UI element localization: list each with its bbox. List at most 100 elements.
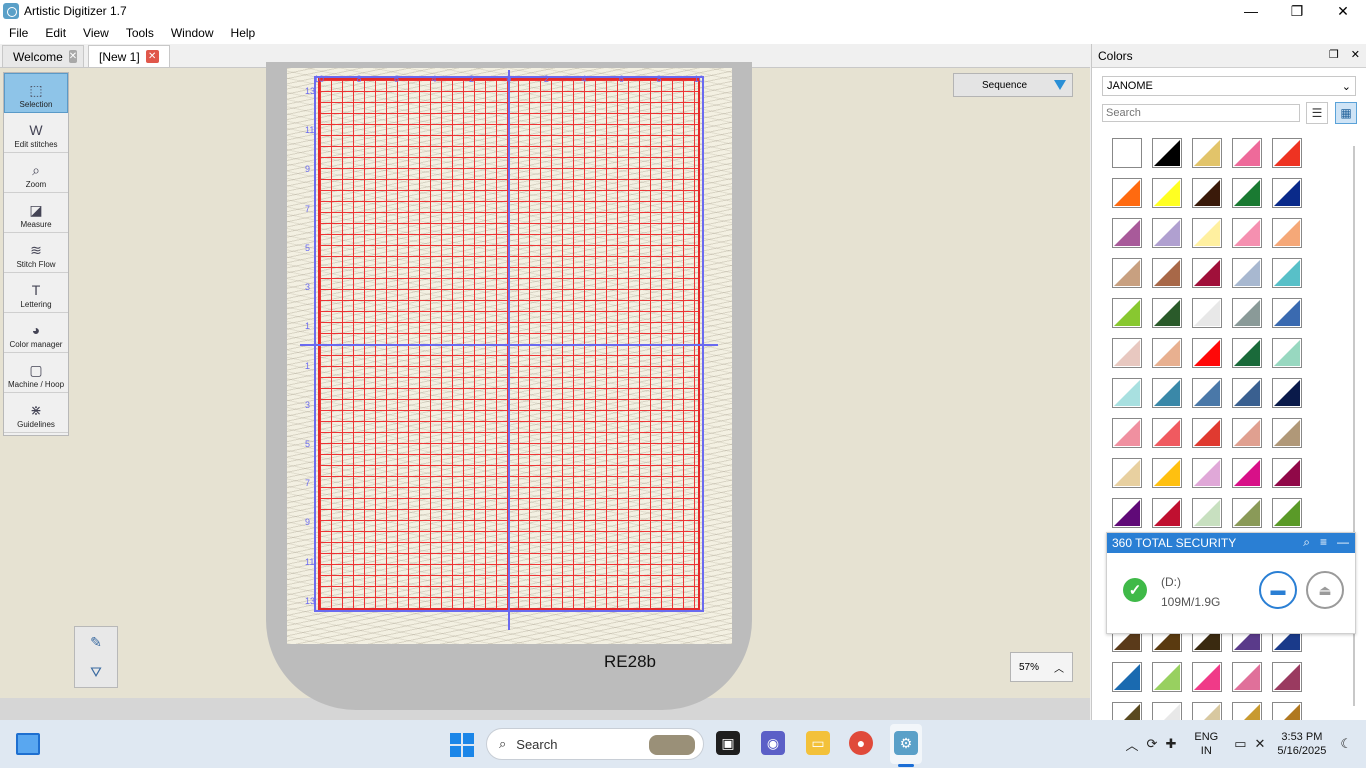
language-indicator[interactable]: ENG IN — [1194, 730, 1218, 758]
color-swatch[interactable] — [1152, 498, 1182, 528]
color-swatch[interactable] — [1152, 458, 1182, 488]
color-swatch[interactable] — [1192, 138, 1222, 168]
color-swatch[interactable] — [1112, 662, 1142, 692]
color-swatch[interactable] — [1112, 138, 1142, 168]
color-swatch[interactable] — [1232, 458, 1262, 488]
night-mode-icon[interactable]: ☾ — [1340, 736, 1352, 752]
color-swatch[interactable] — [1112, 498, 1142, 528]
close-button[interactable]: ✕ — [1320, 0, 1366, 22]
color-swatch[interactable] — [1192, 178, 1222, 208]
color-swatch[interactable] — [1272, 498, 1302, 528]
task-view-icon[interactable]: ▣ — [716, 731, 740, 755]
chrome-icon[interactable]: ● — [849, 731, 873, 755]
eject-button[interactable]: ⏏ — [1306, 571, 1344, 609]
color-swatch[interactable] — [1232, 378, 1262, 408]
color-swatch[interactable] — [1232, 178, 1262, 208]
tab-new-1[interactable]: [New 1] ✕ — [88, 45, 170, 67]
color-swatch[interactable] — [1232, 298, 1262, 328]
taskbar-search[interactable]: ⌕ Search — [486, 728, 704, 760]
menu-help[interactable]: Help — [222, 26, 264, 40]
color-swatch[interactable] — [1192, 498, 1222, 528]
minimize-icon[interactable]: — — [1337, 535, 1349, 550]
color-swatch[interactable] — [1272, 378, 1302, 408]
color-swatch[interactable] — [1112, 378, 1142, 408]
artistic-digitizer-icon[interactable]: ⚙ — [894, 731, 918, 755]
color-swatch[interactable] — [1272, 458, 1302, 488]
color-swatch[interactable] — [1272, 662, 1302, 692]
color-swatch[interactable] — [1112, 178, 1142, 208]
color-swatch[interactable] — [1232, 218, 1262, 248]
sequence-button[interactable]: Sequence — [953, 73, 1073, 97]
menu-view[interactable]: View — [74, 26, 117, 40]
chevron-up-icon[interactable]: ︿ — [1054, 660, 1064, 675]
zoom-widget[interactable]: 57% ︿ — [1010, 652, 1073, 682]
color-swatch[interactable] — [1152, 218, 1182, 248]
color-swatch[interactable] — [1152, 378, 1182, 408]
color-swatch[interactable] — [1272, 298, 1302, 328]
color-swatch[interactable] — [1272, 138, 1302, 168]
tool-zoom[interactable]: ⌕ Zoom — [4, 153, 68, 193]
fill-icon[interactable]: ⛛ — [90, 664, 102, 681]
color-swatch[interactable] — [1192, 258, 1222, 288]
search-icon[interactable]: ⌕ — [1303, 535, 1310, 550]
color-swatch[interactable] — [1272, 178, 1302, 208]
start-button[interactable] — [450, 733, 474, 757]
volume-muted-icon[interactable]: ✕ — [1255, 736, 1266, 752]
menu-file[interactable]: File — [0, 26, 36, 40]
color-swatch[interactable] — [1272, 338, 1302, 368]
tab-welcome[interactable]: Welcome ✕ — [2, 45, 84, 67]
color-swatch[interactable] — [1272, 258, 1302, 288]
color-swatch[interactable] — [1232, 662, 1262, 692]
color-swatch[interactable] — [1192, 702, 1222, 720]
menu-window[interactable]: Window — [162, 26, 222, 40]
open-folder-button[interactable]: ▬ — [1259, 571, 1297, 609]
color-swatch[interactable] — [1112, 338, 1142, 368]
menu-icon[interactable]: ≡ — [1320, 535, 1327, 550]
menu-edit[interactable]: Edit — [36, 26, 74, 40]
tool-guidelines[interactable]: ⋇ Guidelines — [4, 393, 68, 433]
color-swatch[interactable] — [1112, 258, 1142, 288]
tool-color-manager[interactable]: ◕ Color manager — [4, 313, 68, 353]
thread-brand-select[interactable]: JANOME ⌄ — [1102, 76, 1356, 96]
menu-tools[interactable]: Tools — [117, 26, 162, 40]
color-swatch[interactable] — [1232, 338, 1262, 368]
security-tray-icon[interactable]: ⟳ — [1147, 736, 1158, 752]
network-icon[interactable]: ▭ — [1234, 736, 1246, 752]
color-swatch[interactable] — [1152, 702, 1182, 720]
tool-measure[interactable]: ◪ Measure — [4, 193, 68, 233]
color-swatch[interactable] — [1192, 662, 1222, 692]
color-swatch[interactable] — [1192, 458, 1222, 488]
color-swatch[interactable] — [1232, 498, 1262, 528]
color-swatch[interactable] — [1272, 218, 1302, 248]
color-swatch[interactable] — [1232, 418, 1262, 448]
minimize-button[interactable]: — — [1228, 0, 1274, 22]
grid-view-button[interactable]: ▦ — [1335, 102, 1357, 124]
close-icon[interactable]: ✕ — [1351, 48, 1360, 61]
color-swatch[interactable] — [1152, 418, 1182, 448]
color-swatch[interactable] — [1152, 298, 1182, 328]
tool-selection[interactable]: ⬚ Selection — [4, 73, 68, 113]
color-swatch[interactable] — [1112, 418, 1142, 448]
color-swatch[interactable] — [1152, 178, 1182, 208]
widgets-icon[interactable] — [16, 733, 40, 755]
tool-stitch-flow[interactable]: ≋ Stitch Flow — [4, 233, 68, 273]
color-swatch[interactable] — [1272, 702, 1302, 720]
clock[interactable]: 3:53 PM 5/16/2025 — [1277, 730, 1326, 758]
close-icon[interactable]: ✕ — [68, 50, 78, 63]
color-swatch[interactable] — [1112, 298, 1142, 328]
color-swatch[interactable] — [1272, 418, 1302, 448]
color-swatch[interactable] — [1152, 662, 1182, 692]
color-swatch[interactable] — [1232, 138, 1262, 168]
color-swatch[interactable] — [1192, 218, 1222, 248]
color-swatch[interactable] — [1232, 258, 1262, 288]
color-swatch[interactable] — [1112, 458, 1142, 488]
file-explorer-icon[interactable]: ▭ — [806, 731, 830, 755]
chevron-up-icon[interactable]: ︿ — [1126, 735, 1139, 754]
tool-edit-stitches[interactable]: W Edit stitches — [4, 113, 68, 153]
close-icon[interactable]: ✕ — [145, 50, 159, 63]
color-swatch[interactable] — [1112, 218, 1142, 248]
float-icon[interactable]: ❐ — [1329, 48, 1339, 61]
tool-lettering[interactable]: T Lettering — [4, 273, 68, 313]
color-swatch[interactable] — [1152, 258, 1182, 288]
color-swatch[interactable] — [1192, 418, 1222, 448]
